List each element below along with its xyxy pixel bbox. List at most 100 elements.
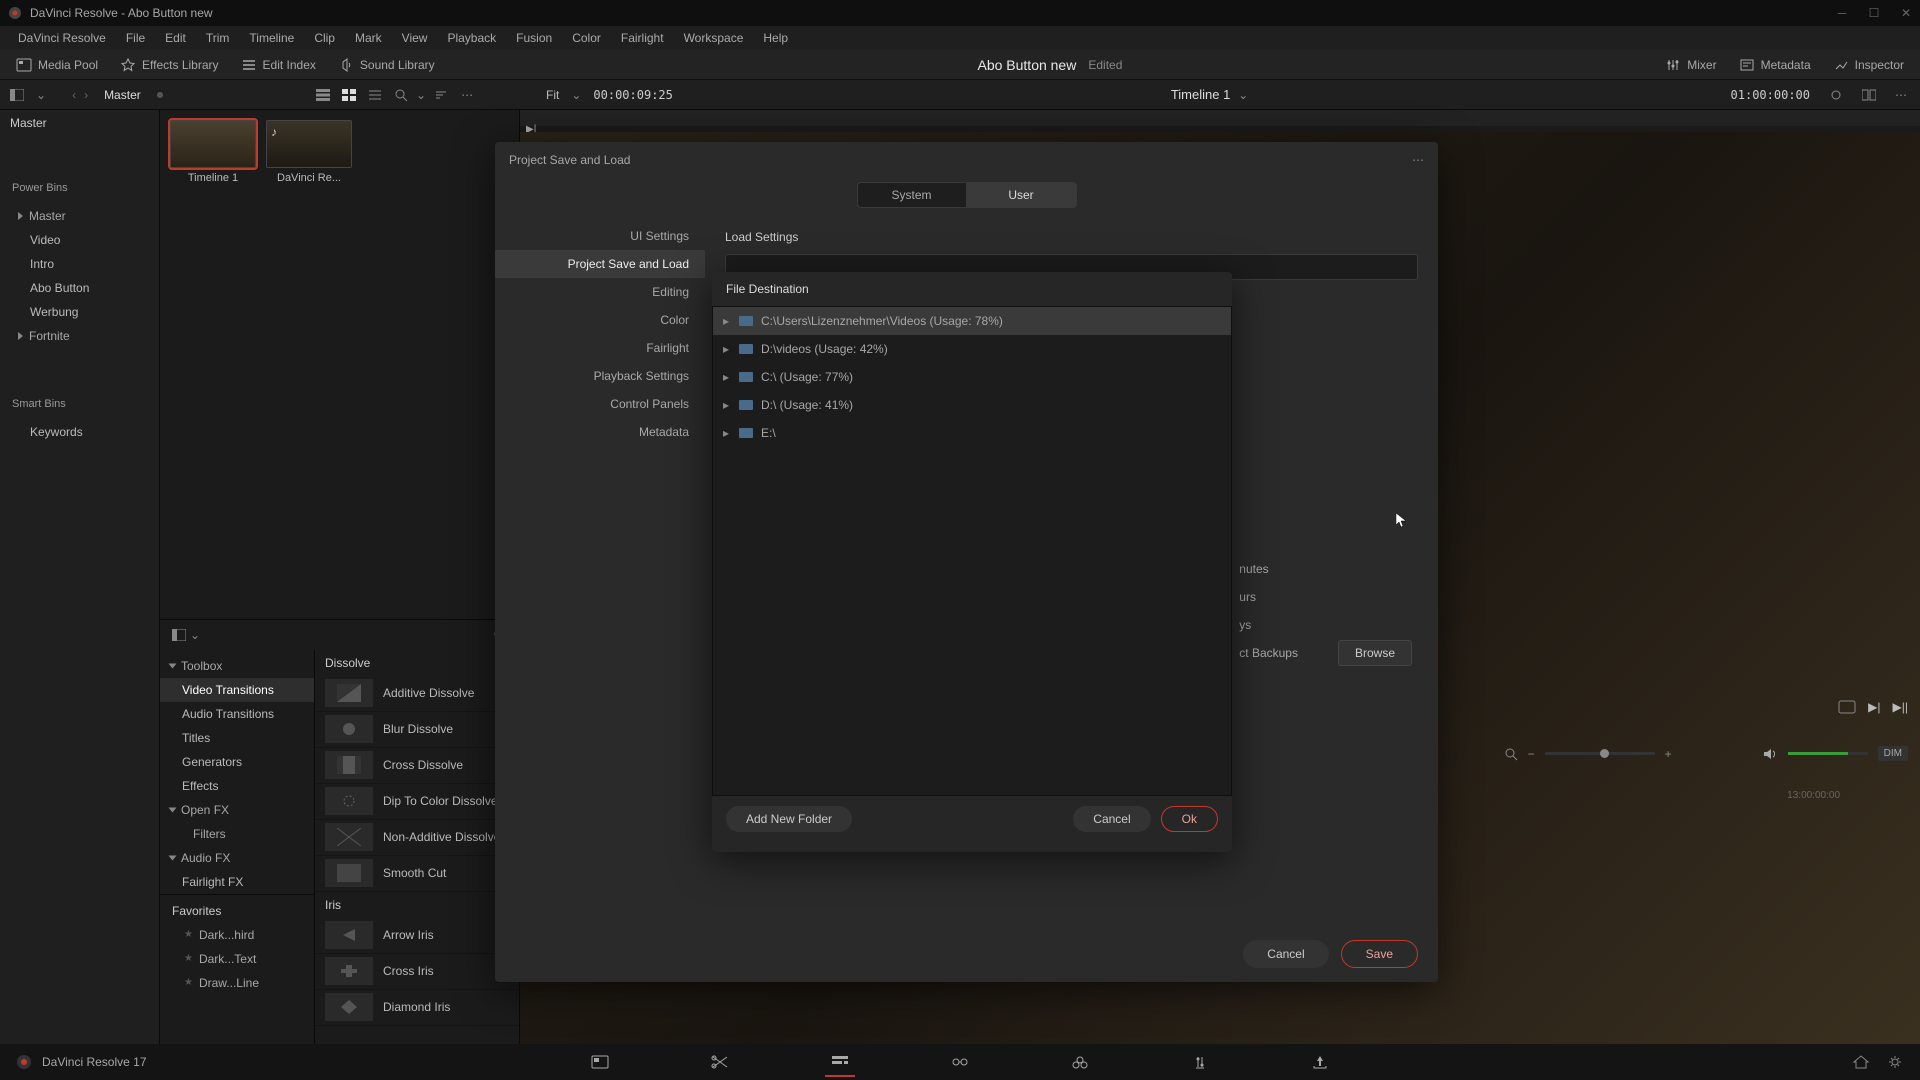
power-bin-fortnite[interactable]: Fortnite <box>0 324 159 348</box>
fx-panel-icon[interactable] <box>168 624 190 646</box>
breadcrumb[interactable]: Master <box>96 88 149 102</box>
tab-fairlight[interactable] <box>1185 1047 1215 1077</box>
dim-button[interactable]: DIM <box>1878 746 1908 761</box>
side-metadata[interactable]: Metadata <box>495 418 705 446</box>
power-bin-master[interactable]: Master <box>0 204 159 228</box>
mixer-toggle[interactable]: Mixer <box>1655 50 1726 79</box>
loop-playback-icon[interactable] <box>1838 700 1856 714</box>
fx-fairlightfx[interactable]: Fairlight FX <box>160 870 314 894</box>
fd-row-3[interactable]: ▸ D:\ (Usage: 41%) <box>713 391 1231 419</box>
sort-icon[interactable] <box>430 84 452 106</box>
volume-slider[interactable] <box>1788 752 1868 755</box>
fav-item-2[interactable]: ★Draw...Line <box>160 971 314 995</box>
more-options-icon[interactable]: ⋯ <box>1890 84 1912 106</box>
settings-save-button[interactable]: Save <box>1341 940 1418 968</box>
inspector-toggle[interactable]: Inspector <box>1823 50 1914 79</box>
fx-dip-dissolve[interactable]: Dip To Color Dissolve <box>315 784 519 820</box>
metadata-toggle[interactable]: Metadata <box>1729 50 1821 79</box>
tab-edit[interactable] <box>825 1047 855 1077</box>
menu-workspace[interactable]: Workspace <box>674 26 754 50</box>
menu-edit[interactable]: Edit <box>155 26 196 50</box>
play-next-icon[interactable]: ▶| <box>1868 700 1880 714</box>
search-icon[interactable] <box>390 84 412 106</box>
media-pool-toggle[interactable]: Media Pool <box>6 50 108 79</box>
list-view-icon[interactable] <box>312 84 334 106</box>
fx-openfx[interactable]: Open FX <box>160 798 314 822</box>
menu-mark[interactable]: Mark <box>345 26 392 50</box>
menu-timeline[interactable]: Timeline <box>239 26 304 50</box>
fx-audio-transitions[interactable]: Audio Transitions <box>160 702 314 726</box>
fx-toolbox[interactable]: Toolbox <box>160 654 314 678</box>
more-icon[interactable]: ⋯ <box>456 84 478 106</box>
maximize-button[interactable]: ☐ <box>1868 7 1880 19</box>
settings-cancel-button[interactable]: Cancel <box>1243 940 1328 968</box>
filedest-cancel-button[interactable]: Cancel <box>1073 806 1150 832</box>
side-fairlight[interactable]: Fairlight <box>495 334 705 362</box>
thumb-davinci[interactable]: ♪ DaVinci Re... <box>266 120 352 184</box>
fx-arrow-iris[interactable]: Arrow Iris <box>315 918 519 954</box>
fd-row-0[interactable]: ▸ C:\Users\Lizenznehmer\Videos (Usage: 7… <box>713 307 1231 335</box>
menu-fairlight[interactable]: Fairlight <box>611 26 674 50</box>
effects-library-toggle[interactable]: Effects Library <box>110 50 228 79</box>
browse-button[interactable]: Browse <box>1338 640 1412 666</box>
fd-row-4[interactable]: ▸ E:\ <box>713 419 1231 447</box>
add-folder-button[interactable]: Add New Folder <box>726 806 852 832</box>
fd-row-2[interactable]: ▸ C:\ (Usage: 77%) <box>713 363 1231 391</box>
loop-icon[interactable] <box>1826 84 1848 106</box>
fx-audiofx[interactable]: Audio FX <box>160 846 314 870</box>
fav-item-0[interactable]: ★Dark...hird <box>160 923 314 947</box>
settings-gear-icon[interactable] <box>1886 1054 1904 1070</box>
speaker-icon[interactable] <box>1762 747 1778 761</box>
edit-index-toggle[interactable]: Edit Index <box>231 50 326 79</box>
zoom-in-icon[interactable]: + <box>1665 747 1672 761</box>
dual-viewer-icon[interactable] <box>1858 84 1880 106</box>
side-ui-settings[interactable]: UI Settings <box>495 222 705 250</box>
timecode-left[interactable]: 00:00:09:25 <box>587 88 678 102</box>
zoom-slider[interactable] <box>1545 752 1655 755</box>
bin-master[interactable]: Master <box>0 110 159 136</box>
power-bin-video[interactable]: Video <box>0 228 159 252</box>
fd-row-1[interactable]: ▸ D:\videos (Usage: 42%) <box>713 335 1231 363</box>
fx-blur-dissolve[interactable]: Blur Dissolve <box>315 712 519 748</box>
power-bin-intro[interactable]: Intro <box>0 252 159 276</box>
timecode-right[interactable]: 01:00:00:00 <box>1725 88 1816 102</box>
menu-playback[interactable]: Playback <box>437 26 506 50</box>
tab-media[interactable] <box>585 1047 615 1077</box>
menu-view[interactable]: View <box>392 26 438 50</box>
tab-system[interactable]: System <box>857 182 967 208</box>
chevron-down-icon[interactable]: ⌄ <box>36 88 46 102</box>
settings-more-icon[interactable]: ⋯ <box>1412 153 1424 167</box>
minimize-button[interactable]: ─ <box>1836 7 1848 19</box>
fx-additive-dissolve[interactable]: Additive Dissolve <box>315 676 519 712</box>
side-playback[interactable]: Playback Settings <box>495 362 705 390</box>
tab-fusion[interactable] <box>945 1047 975 1077</box>
menu-color[interactable]: Color <box>562 26 611 50</box>
thumb-timeline1[interactable]: Timeline 1 <box>170 120 256 184</box>
side-project-save[interactable]: Project Save and Load <box>495 250 705 278</box>
fx-generators[interactable]: Generators <box>160 750 314 774</box>
side-control-panels[interactable]: Control Panels <box>495 390 705 418</box>
side-color[interactable]: Color <box>495 306 705 334</box>
play-end-icon[interactable]: ▶|| <box>1893 700 1908 714</box>
home-icon[interactable] <box>1852 1054 1870 1070</box>
menu-clip[interactable]: Clip <box>304 26 345 50</box>
zoom-out-icon[interactable]: − <box>1528 747 1535 761</box>
menu-trim[interactable]: Trim <box>196 26 240 50</box>
zoom-icon[interactable] <box>1504 747 1518 761</box>
tab-user[interactable]: User <box>967 182 1077 208</box>
fx-filters[interactable]: Filters <box>160 822 314 846</box>
tab-color[interactable] <box>1065 1047 1095 1077</box>
side-editing[interactable]: Editing <box>495 278 705 306</box>
panel-layout-icon[interactable] <box>6 84 28 106</box>
fx-video-transitions[interactable]: Video Transitions <box>160 678 314 702</box>
menu-file[interactable]: File <box>116 26 155 50</box>
filmstrip[interactable] <box>520 110 1920 126</box>
fx-effects[interactable]: Effects <box>160 774 314 798</box>
fav-item-1[interactable]: ★Dark...Text <box>160 947 314 971</box>
close-button[interactable]: ✕ <box>1900 7 1912 19</box>
fx-titles[interactable]: Titles <box>160 726 314 750</box>
thumb-view-icon[interactable] <box>338 84 360 106</box>
tab-cut[interactable] <box>705 1047 735 1077</box>
fx-smooth-cut[interactable]: Smooth Cut <box>315 856 519 892</box>
menu-help[interactable]: Help <box>753 26 798 50</box>
